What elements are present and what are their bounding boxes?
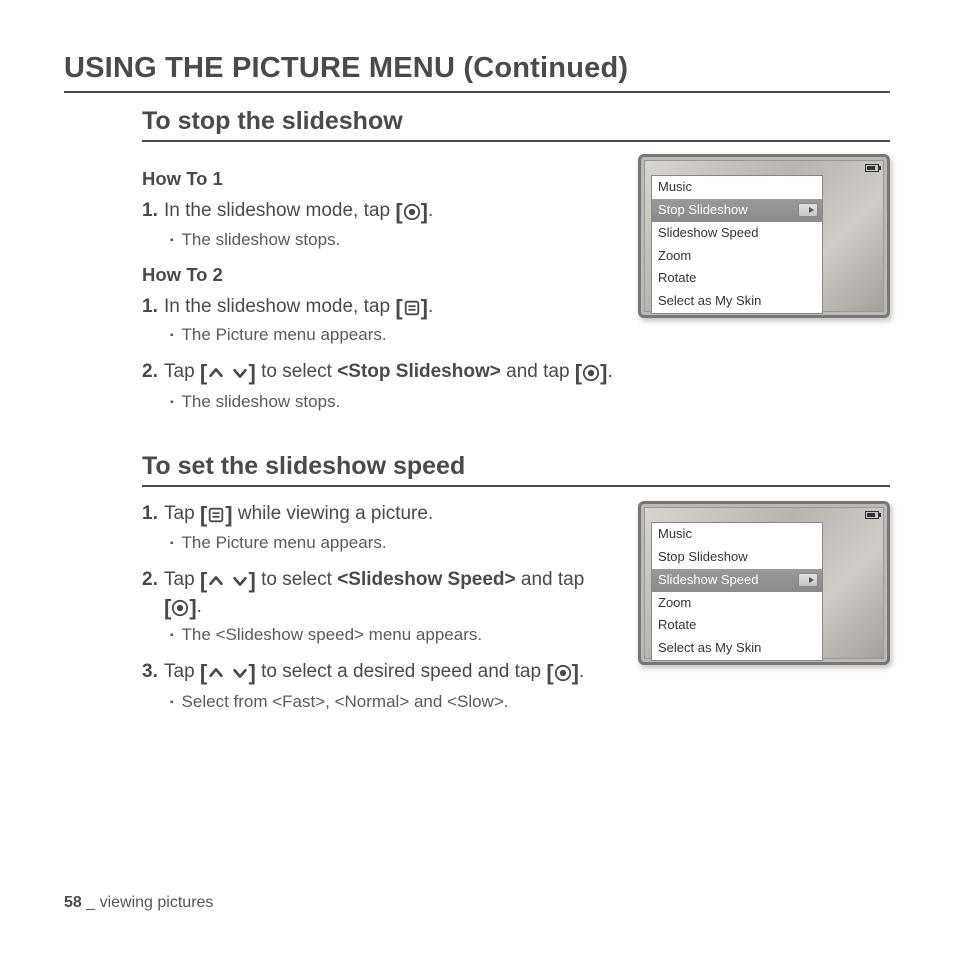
- bracket: ]: [249, 662, 256, 684]
- page-footer: 58 _ viewing pictures: [64, 894, 213, 912]
- section-stop-slideshow-title: To stop the slideshow: [142, 107, 890, 142]
- menu-item-select-as-my-skin: Select as My Skin: [652, 290, 822, 313]
- menu-item-zoom: Zoom: [652, 245, 822, 268]
- bracket: ]: [572, 662, 579, 684]
- menu-item-select-as-my-skin: Select as My Skin: [652, 637, 822, 660]
- section-slideshow-speed-title: To set the slideshow speed: [142, 452, 890, 487]
- howto1-sub1: The slideshow stops.: [170, 230, 618, 250]
- bracket: ]: [225, 504, 232, 526]
- menu-item-music: Music: [652, 523, 822, 546]
- menu-item-rotate: Rotate: [652, 614, 822, 637]
- bracket: [: [164, 597, 171, 619]
- chevron-right-icon: [809, 577, 814, 583]
- text-bold: <Slideshow Speed>: [337, 569, 515, 590]
- text: and tap: [501, 361, 575, 382]
- bracket: [: [200, 662, 207, 684]
- bracket: ]: [421, 297, 428, 319]
- bracket: [: [546, 662, 553, 684]
- bracket: ]: [421, 201, 428, 223]
- step-number: 1.: [142, 501, 164, 527]
- text: to select: [256, 569, 337, 590]
- target-icon: [554, 664, 572, 682]
- bracket: [: [200, 570, 207, 592]
- page-content: To stop the slideshow How To 1 1. In the…: [64, 107, 890, 726]
- text: In the slideshow mode, tap: [164, 296, 395, 317]
- battery-icon: [865, 511, 879, 519]
- text: Stop Slideshow: [658, 202, 748, 217]
- text: to select a desired speed and tap: [256, 661, 546, 682]
- target-icon: [582, 364, 600, 382]
- step-number: 2.: [142, 567, 164, 593]
- text: .: [428, 200, 433, 221]
- battery-icon: [865, 164, 879, 172]
- step-number: 3.: [142, 659, 164, 685]
- picture-menu-popup: Music Stop Slideshow Slideshow Speed Zoo…: [651, 175, 823, 314]
- chevron-down-icon: [231, 572, 249, 590]
- bracket: ]: [249, 570, 256, 592]
- s2-step1: Tap [] while viewing a picture.: [164, 501, 618, 527]
- s2-sub1: The Picture menu appears.: [170, 533, 618, 553]
- text: Tap: [164, 569, 200, 590]
- menu-icon: [403, 299, 421, 317]
- howto1-label: How To 1: [142, 168, 618, 190]
- menu-item-music: Music: [652, 176, 822, 199]
- menu-item-slideshow-speed: Slideshow Speed: [652, 569, 822, 592]
- howto2-sub1: The Picture menu appears.: [170, 325, 618, 345]
- text: Tap: [164, 503, 200, 524]
- menu-icon: [207, 506, 225, 524]
- menu-item-zoom: Zoom: [652, 592, 822, 615]
- menu-item-rotate: Rotate: [652, 267, 822, 290]
- step-number: 1.: [142, 294, 164, 320]
- device-preview-stop-slideshow: Music Stop Slideshow Slideshow Speed Zoo…: [638, 154, 890, 318]
- howto2-step2: Tap [ ] to select <Stop Slideshow> and t…: [164, 359, 890, 386]
- text: .: [428, 296, 433, 317]
- text-bold: <Stop Slideshow>: [337, 361, 501, 382]
- howto1-step1: In the slideshow mode, tap [].: [164, 198, 618, 224]
- bracket: [: [575, 362, 582, 384]
- howto2-sub2: The slideshow stops.: [170, 392, 890, 412]
- picture-menu-popup: Music Stop Slideshow Slideshow Speed Zoo…: [651, 522, 823, 661]
- step-number: 1.: [142, 198, 164, 224]
- text: Tap: [164, 661, 200, 682]
- bracket: [: [395, 297, 402, 319]
- text: and tap: [516, 569, 585, 590]
- s2-step3: Tap [ ] to select a desired speed and ta…: [164, 659, 618, 686]
- s2-step2: Tap [ ] to select <Slideshow Speed> and …: [164, 567, 618, 619]
- section-name: viewing pictures: [100, 894, 214, 911]
- page-title: USING THE PICTURE MENU (Continued): [64, 52, 890, 93]
- bracket: [: [200, 504, 207, 526]
- text: .: [607, 361, 612, 382]
- text: to select: [256, 361, 337, 382]
- page-number: 58: [64, 894, 82, 911]
- text: In the slideshow mode, tap: [164, 200, 395, 221]
- menu-item-stop-slideshow: Stop Slideshow: [652, 199, 822, 222]
- device-preview-slideshow-speed: Music Stop Slideshow Slideshow Speed Zoo…: [638, 501, 890, 665]
- chevron-right-icon: [809, 207, 814, 213]
- s2-sub3: Select from <Fast>, <Normal> and <Slow>.: [170, 692, 618, 712]
- chevron-down-icon: [231, 364, 249, 382]
- chevron-up-icon: [207, 664, 225, 682]
- howto2-label: How To 2: [142, 264, 618, 286]
- bracket: [: [395, 201, 402, 223]
- bracket: ]: [249, 362, 256, 384]
- text: while viewing a picture.: [233, 503, 434, 524]
- chevron-up-icon: [207, 572, 225, 590]
- chevron-up-icon: [207, 364, 225, 382]
- text: .: [197, 596, 202, 617]
- bracket: [: [200, 362, 207, 384]
- bracket: ]: [189, 597, 196, 619]
- menu-item-stop-slideshow: Stop Slideshow: [652, 546, 822, 569]
- target-icon: [403, 203, 421, 221]
- howto2-step1: In the slideshow mode, tap [].: [164, 294, 618, 320]
- text: .: [579, 661, 584, 682]
- text: Slideshow Speed: [658, 572, 758, 587]
- chevron-down-icon: [231, 664, 249, 682]
- step-number: 2.: [142, 359, 164, 385]
- s2-sub2: The <Slideshow speed> menu appears.: [170, 625, 618, 645]
- menu-item-slideshow-speed: Slideshow Speed: [652, 222, 822, 245]
- target-icon: [171, 599, 189, 617]
- text: _: [82, 894, 100, 911]
- text: Tap: [164, 361, 200, 382]
